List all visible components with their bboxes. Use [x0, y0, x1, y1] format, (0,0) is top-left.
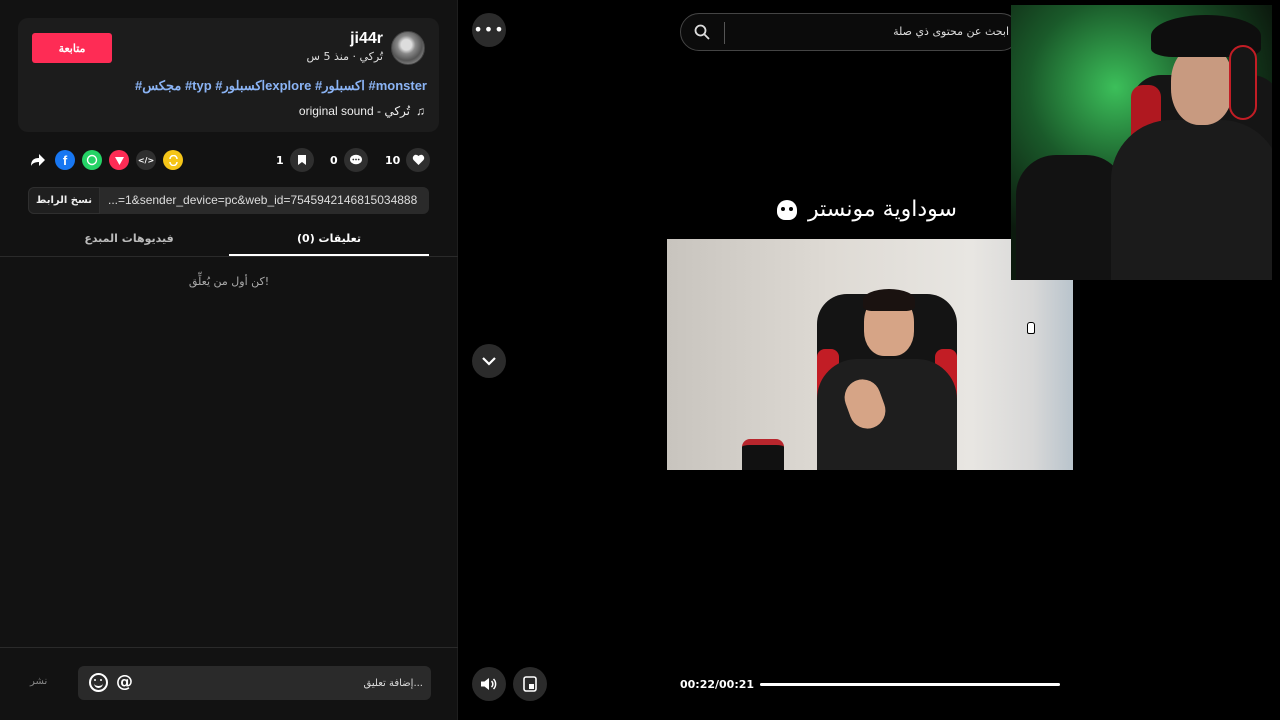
mini-player-button[interactable] — [513, 667, 547, 701]
music-note-icon: ♫ — [416, 104, 425, 118]
tab-creator-videos[interactable]: فيديوهات المبدع — [29, 232, 229, 245]
right-empty-area — [1073, 280, 1280, 720]
search-icon[interactable] — [694, 24, 710, 40]
webcam-overlay — [1011, 5, 1272, 280]
volume-icon — [481, 678, 497, 690]
microphone — [742, 439, 784, 470]
search-divider — [724, 22, 725, 44]
post-details-panel: ji44r تُركي · منذ 5 س متابعة #مجكس #typ … — [0, 0, 458, 720]
sound-label: original sound - تُركي — [298, 104, 410, 118]
comment-box: @ — [78, 666, 431, 700]
username[interactable]: ji44r — [350, 30, 383, 48]
video-time: 00:22/00:21 — [680, 678, 755, 691]
mini-player-icon — [523, 676, 537, 692]
follow-button[interactable]: متابعة — [32, 33, 112, 63]
comments-count: 0 — [330, 153, 338, 167]
post-info-card: ji44r تُركي · منذ 5 س متابعة #مجكس #typ … — [18, 18, 439, 132]
likes-count: 10 — [385, 153, 401, 167]
hashtags[interactable]: #مجكس #typ #اكسبلورexplore #اكسبلور #mon… — [135, 78, 427, 94]
person-body — [817, 359, 957, 470]
empty-comments-message: كن أول من يُعلِّق! — [188, 275, 270, 288]
sound-row[interactable]: original sound - تُركي ♫ — [299, 104, 425, 118]
comment-input[interactable] — [163, 666, 423, 700]
more-options-button[interactable]: ••• — [472, 13, 506, 47]
next-video-button[interactable] — [472, 344, 506, 378]
share-link-row: نسخ الرابط ...=1&sender_device=pc&web_id… — [28, 187, 429, 214]
avatar[interactable] — [391, 31, 425, 65]
progress-bar[interactable] — [760, 683, 1060, 686]
webcam-person-body — [1111, 120, 1272, 280]
webcam-person-face — [1171, 45, 1233, 125]
search-bar[interactable]: ابحث عن محتوى ذي صلة — [680, 13, 1020, 51]
webcam-person-leg — [1016, 155, 1126, 280]
emoji-icon[interactable] — [89, 673, 108, 692]
actions-row: f </> 1 0 10 — [18, 147, 439, 173]
send-icon[interactable] — [109, 150, 129, 170]
divider — [0, 256, 458, 257]
embed-icon[interactable]: </> — [136, 150, 156, 170]
whatsapp-icon[interactable] — [82, 150, 102, 170]
saves-count: 1 — [276, 153, 284, 167]
tabs-bar: فيديوهات المبدع تعليقات (0) — [0, 226, 458, 256]
mention-icon[interactable]: @ — [116, 672, 133, 692]
more-icon: ••• — [473, 20, 505, 39]
chevron-down-icon — [482, 357, 496, 366]
caption-text: سوداوية مونستر — [808, 197, 957, 222]
search-text[interactable]: ابحث عن محتوى ذي صلة — [893, 25, 1009, 38]
likes-stat[interactable]: 10 — [385, 148, 431, 172]
person-hair — [863, 289, 915, 311]
webcam-headphones — [1229, 45, 1257, 120]
skull-icon — [777, 200, 797, 220]
video-caption: سوداوية مونستر — [777, 197, 957, 222]
comment-icon[interactable] — [343, 148, 368, 172]
facebook-icon[interactable]: f — [55, 150, 75, 170]
divider — [0, 647, 458, 648]
tab-comments[interactable]: تعليقات (0) — [229, 232, 429, 245]
copy-link-button[interactable]: نسخ الرابط — [28, 187, 100, 214]
post-meta: تُركي · منذ 5 س — [306, 50, 383, 63]
comments-stat[interactable]: 0 — [330, 148, 368, 172]
progress-fill — [760, 683, 1060, 686]
saves-stat[interactable]: 1 — [276, 148, 314, 172]
heart-icon[interactable] — [406, 148, 431, 172]
share-arrow-icon[interactable] — [28, 150, 48, 170]
volume-button[interactable] — [472, 667, 506, 701]
bookmark-icon[interactable] — [289, 148, 314, 172]
post-comment-button[interactable]: نشر — [30, 676, 47, 687]
app-window: ji44r تُركي · منذ 5 س متابعة #مجكس #typ … — [0, 0, 1280, 720]
mouse-cursor-icon — [1027, 322, 1035, 334]
repost-icon[interactable] — [163, 150, 183, 170]
share-link-text[interactable]: ...=1&sender_device=pc&web_id=7545942146… — [108, 193, 417, 207]
